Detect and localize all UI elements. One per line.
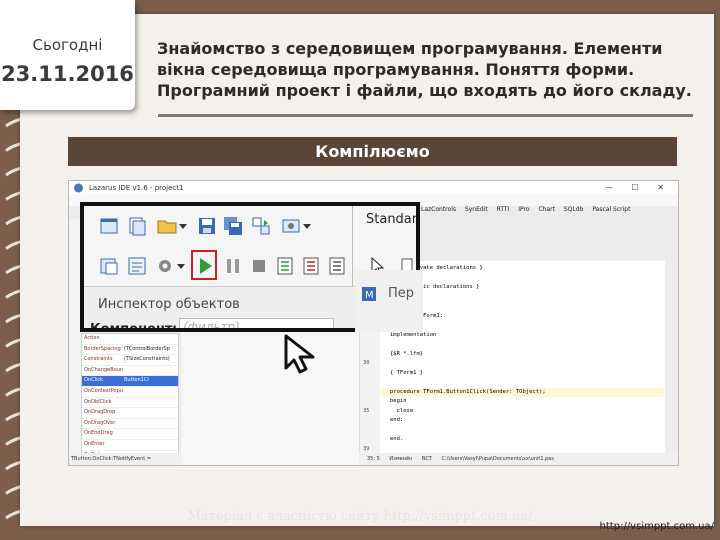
chevron-down-icon[interactable] bbox=[176, 255, 186, 277]
date-card: Сьогодні 23.11.2016 bbox=[0, 0, 135, 110]
property-value: Button1Cl bbox=[124, 377, 149, 384]
property-name: OnDragDrop bbox=[84, 409, 116, 416]
file-path: C:\Users\VasyI\Pupa\Documents\хх\unit1.p… bbox=[441, 456, 554, 462]
tab-lazcontrols[interactable]: LazControls bbox=[421, 206, 456, 213]
line-number: 39 bbox=[363, 445, 370, 452]
property-row[interactable]: OnEnter bbox=[82, 440, 178, 451]
property-value: (TControlBorderSp bbox=[124, 345, 170, 352]
partial-panel-label: Пер bbox=[388, 286, 415, 301]
property-name: OnEnter bbox=[84, 440, 105, 447]
tab-synedit[interactable]: SynEdit bbox=[465, 206, 488, 213]
open-project-icon[interactable] bbox=[98, 255, 120, 277]
save-all-icon[interactable] bbox=[222, 215, 244, 237]
property-row-selected[interactable]: OnClick Button1Cl bbox=[82, 376, 178, 387]
cursor-position: 35: 5 bbox=[367, 456, 380, 462]
property-name: Action bbox=[84, 335, 100, 341]
property-row[interactable]: OnContextPopu bbox=[82, 387, 178, 398]
window-controls[interactable]: — ☐ ✕ bbox=[605, 181, 672, 195]
property-row[interactable]: OnDragOver bbox=[82, 419, 178, 430]
line-number: 35 bbox=[363, 407, 370, 414]
property-row[interactable]: OnChangeBoun bbox=[82, 366, 178, 377]
toolbar-row-top: Standard bbox=[84, 206, 416, 247]
code-line: implementation bbox=[390, 331, 437, 338]
properties-grid: Action BorderSpacing (TControlBorderSp Co… bbox=[81, 333, 179, 462]
title-divider bbox=[158, 114, 693, 117]
code-line: {$R *.lfm} bbox=[390, 350, 424, 357]
property-row[interactable]: Action bbox=[82, 334, 178, 345]
chevron-down-icon[interactable] bbox=[302, 215, 312, 237]
insert-mode: ВСТ bbox=[421, 456, 432, 462]
component-palette-icon: M bbox=[362, 287, 376, 301]
property-row[interactable]: BorderSpacing (TControlBorderSp bbox=[82, 345, 178, 356]
property-row[interactable]: OnDblClick bbox=[82, 398, 178, 409]
tab-chart[interactable]: Chart bbox=[538, 206, 555, 213]
save-icon[interactable] bbox=[196, 215, 218, 237]
tab-rtti[interactable]: RTTI bbox=[497, 206, 510, 213]
code-line: end. bbox=[390, 436, 404, 442]
page-title: Знайомство з середовищем програмування. … bbox=[157, 39, 692, 100]
step-over-icon[interactable] bbox=[300, 255, 322, 277]
property-name: OnDblClick bbox=[84, 398, 112, 405]
property-name: BorderSpacing bbox=[84, 345, 121, 352]
component-tabs: LazControls SynEdit RTTI IPro Chart SQLd… bbox=[421, 206, 637, 218]
property-row[interactable]: OnDragDrop bbox=[82, 408, 178, 419]
toggle-form-unit-icon[interactable] bbox=[250, 215, 272, 237]
new-unit-icon[interactable] bbox=[126, 215, 148, 237]
view-forms-icon[interactable] bbox=[280, 215, 302, 237]
chevron-down-icon[interactable] bbox=[178, 215, 188, 237]
step-into-icon[interactable] bbox=[274, 255, 296, 277]
components-label: Компоненты bbox=[90, 322, 185, 332]
gear-icon[interactable] bbox=[154, 255, 176, 277]
pause-icon[interactable] bbox=[222, 255, 244, 277]
site-url[interactable]: http://vsimppt.com.ua/ bbox=[600, 521, 714, 532]
inspector-status: TButton.OnClick:TNotifyEvent = bbox=[69, 453, 181, 465]
standard-tab-label[interactable]: Standard bbox=[366, 212, 416, 227]
ide-titlebar: Lazarus IDE v1.6 - project1 — ☐ ✕ bbox=[69, 181, 678, 195]
property-name: OnContextPopu bbox=[84, 387, 123, 394]
run-play-icon[interactable] bbox=[194, 255, 216, 277]
property-name: Constraints bbox=[84, 356, 113, 363]
ide-window-title: Lazarus IDE v1.6 - project1 bbox=[89, 184, 184, 192]
toolbar-separator bbox=[352, 206, 353, 246]
property-name: OnClick bbox=[84, 377, 104, 384]
code-line: begin bbox=[390, 398, 407, 404]
new-form-icon[interactable] bbox=[98, 215, 120, 237]
code-line: procedure TForm1.Button1Click(Sender: TO… bbox=[390, 388, 546, 395]
code-line: close bbox=[390, 407, 414, 414]
code-line: end; bbox=[390, 417, 404, 423]
callout-side-panel: M Пер bbox=[355, 270, 423, 332]
property-name: OnChangeBoun bbox=[84, 366, 124, 373]
object-inspector-label: Инспектор объектов bbox=[98, 297, 240, 312]
property-row[interactable]: Constraints (TSizeConstraints) bbox=[82, 355, 178, 366]
property-row[interactable]: OnEndDrag bbox=[82, 429, 178, 440]
svg-text:M: M bbox=[365, 290, 374, 301]
code-line: { TForm1 } bbox=[390, 369, 424, 376]
cursor-arrow-icon bbox=[284, 334, 315, 374]
tab-sqldb[interactable]: SQLdb bbox=[564, 206, 584, 213]
section-heading: Компілюємо bbox=[68, 137, 677, 166]
date-label: Сьогодні bbox=[32, 36, 103, 54]
editor-status-bar: 35: 5 Изменён ВСТ C:\Users\VasyI\Pupa\Do… bbox=[359, 453, 678, 465]
lazarus-logo-icon bbox=[74, 183, 83, 193]
property-name: OnEndDrag bbox=[84, 430, 113, 437]
tab-ipro[interactable]: IPro bbox=[518, 206, 529, 213]
project-options-icon[interactable] bbox=[126, 255, 148, 277]
open-folder-icon[interactable] bbox=[156, 215, 178, 237]
property-name: OnDragOver bbox=[84, 419, 116, 426]
modified-flag: Изменён bbox=[389, 456, 413, 462]
toolbar-separator bbox=[352, 246, 353, 286]
step-out-icon[interactable] bbox=[326, 255, 348, 277]
component-filter-input[interactable]: (фильтр) bbox=[179, 318, 334, 328]
date-value: 23.11.2016 bbox=[1, 62, 134, 86]
property-value: (TSizeConstraints) bbox=[124, 356, 170, 363]
tab-pascal-script[interactable]: Pascal Script bbox=[592, 206, 630, 213]
line-number: 30 bbox=[363, 360, 370, 366]
stop-icon[interactable] bbox=[248, 255, 270, 277]
